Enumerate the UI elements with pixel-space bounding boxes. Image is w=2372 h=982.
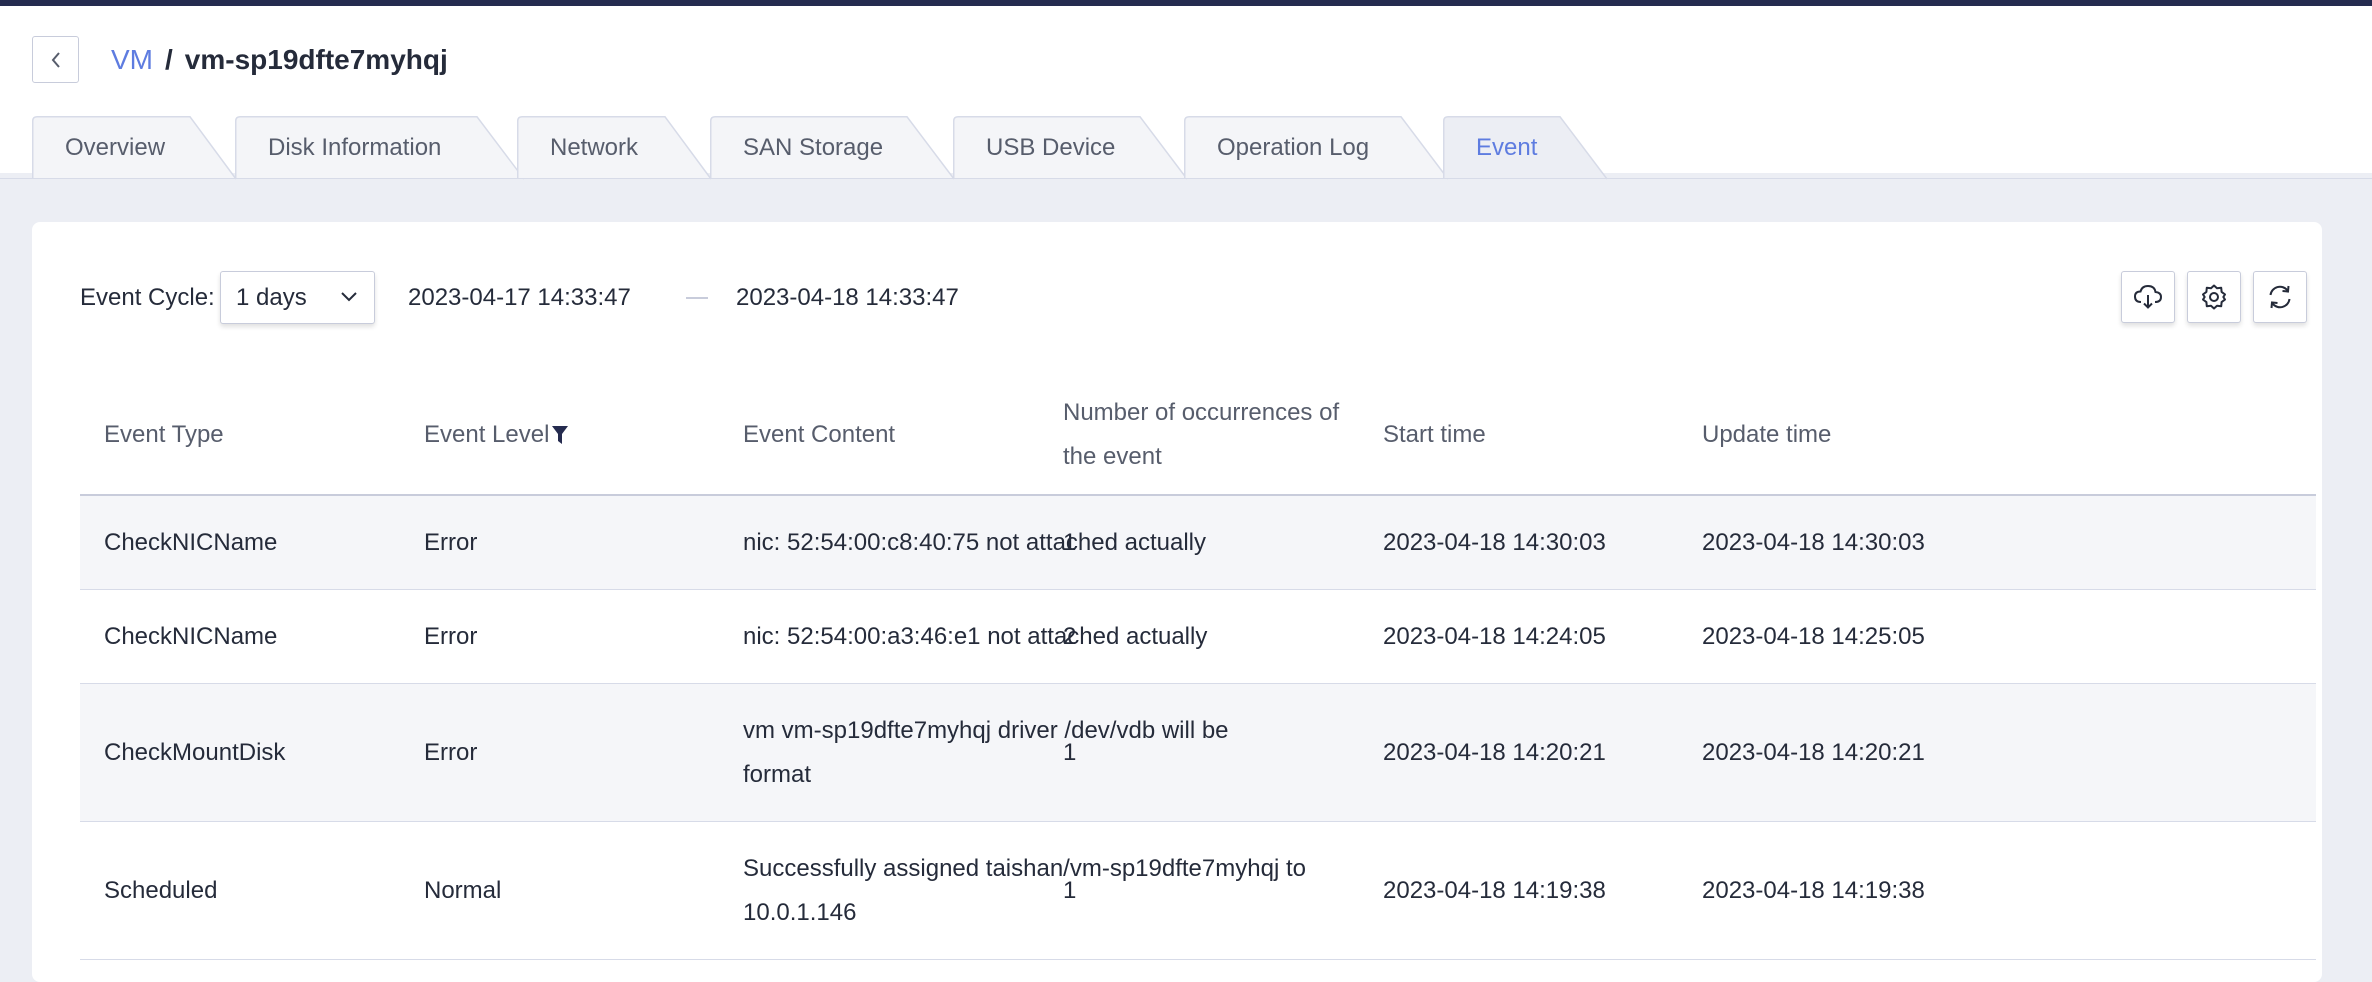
tab-network-label: Network <box>550 133 639 161</box>
table-header: Event Type Event Level Event Content Num… <box>80 374 2316 496</box>
cell-update-time: 2023-04-18 14:30:03 <box>1702 528 1925 556</box>
table-row[interactable]: CheckNICName Error nic: 52:54:00:c8:40:7… <box>80 496 2316 590</box>
chevron-down-icon <box>341 292 357 302</box>
event-cycle-value: 1 days <box>236 283 307 311</box>
tab-disk-information-label: Disk Information <box>268 133 442 161</box>
table-row[interactable]: CheckNICName Error nic: 52:54:00:a3:46:e… <box>80 590 2316 684</box>
event-cycle-label: Event Cycle: <box>80 284 215 311</box>
cell-event-type: CheckNICName <box>104 528 278 556</box>
cell-event-level: Error <box>424 528 478 556</box>
column-header-event-level[interactable]: Event Level <box>424 374 569 496</box>
cell-occurrences: 2 <box>1063 622 1077 650</box>
events-table: Event Type Event Level Event Content Num… <box>80 374 2316 960</box>
column-header-occurrences: Number of occurrences of the event <box>1063 399 1340 470</box>
cell-event-level: Normal <box>424 876 502 904</box>
date-range-separator <box>686 297 708 299</box>
tab-overview-label: Overview <box>65 133 166 161</box>
cell-update-time: 2023-04-18 14:20:21 <box>1702 738 1925 766</box>
download-button[interactable] <box>2121 271 2175 323</box>
column-header-event-type: Event Type <box>104 421 224 448</box>
cell-start-time: 2023-04-18 14:30:03 <box>1383 528 1606 556</box>
tab-operation-log-label: Operation Log <box>1217 133 1370 161</box>
end-date-input[interactable]: 2023-04-18 14:33:47 <box>736 284 959 312</box>
filter-icon[interactable] <box>551 424 569 446</box>
column-header-start-time: Start time <box>1383 421 1486 448</box>
breadcrumb-vm-link[interactable]: VM <box>111 44 153 76</box>
table-row[interactable]: Scheduled Normal Successfully assigned t… <box>80 822 2316 960</box>
tab-bar: Overview Disk Information Network SAN St… <box>0 116 2372 180</box>
chevron-left-icon <box>51 51 60 68</box>
refresh-icon <box>2269 285 2291 309</box>
tab-event-label: Event <box>1476 133 1538 161</box>
cell-start-time: 2023-04-18 14:20:21 <box>1383 738 1606 766</box>
page-header: VM / vm-sp19dfte7myhqj Overview Disk Inf… <box>0 6 2372 180</box>
back-button[interactable] <box>32 36 79 83</box>
cell-update-time: 2023-04-18 14:19:38 <box>1702 876 1925 904</box>
event-cycle-select[interactable]: 1 days <box>220 271 375 324</box>
cell-event-level: Error <box>424 738 478 766</box>
cell-occurrences: 1 <box>1063 528 1077 556</box>
tab-san-storage-label: SAN Storage <box>743 133 884 161</box>
cell-event-type: Scheduled <box>104 876 218 904</box>
breadcrumb: VM / vm-sp19dfte7myhqj <box>111 44 448 76</box>
cell-event-level: Error <box>424 622 478 650</box>
cell-occurrences: 1 <box>1063 876 1077 904</box>
breadcrumb-separator: / <box>165 44 173 75</box>
cell-event-type: CheckMountDisk <box>104 738 286 766</box>
refresh-button[interactable] <box>2253 271 2307 323</box>
column-header-event-level-label: Event Level <box>424 421 550 448</box>
cell-event-type: CheckNICName <box>104 622 278 650</box>
page-title: vm-sp19dfte7myhqj <box>184 44 448 75</box>
cell-occurrences: 1 <box>1063 738 1077 766</box>
cell-start-time: 2023-04-18 14:24:05 <box>1383 622 1606 650</box>
cell-update-time: 2023-04-18 14:25:05 <box>1702 622 1925 650</box>
cell-start-time: 2023-04-18 14:19:38 <box>1383 876 1606 904</box>
cloud-download-icon <box>2133 284 2163 309</box>
start-date-input[interactable]: 2023-04-17 14:33:47 <box>408 284 631 312</box>
settings-button[interactable] <box>2187 271 2241 323</box>
gear-icon <box>2202 284 2226 310</box>
tab-usb-device-label: USB Device <box>986 133 1116 161</box>
event-panel: Event Cycle: 1 days 2023-04-17 14:33:47 … <box>32 222 2322 982</box>
table-row[interactable]: CheckMountDisk Error vm vm-sp19dfte7myhq… <box>80 684 2316 822</box>
column-header-update-time: Update time <box>1702 421 1832 448</box>
